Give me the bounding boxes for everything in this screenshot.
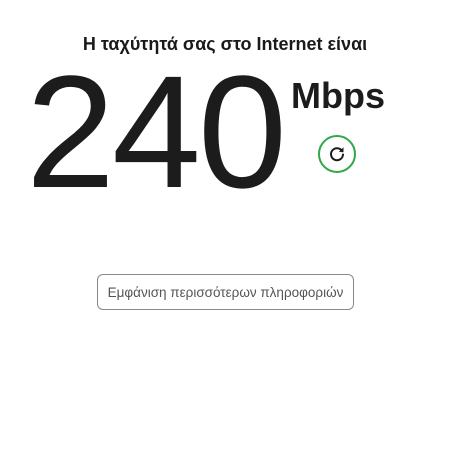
show-more-info-button[interactable]: Εμφάνιση περισσότερων πληροφοριών [97, 274, 354, 310]
speed-unit: Mbps [291, 75, 385, 116]
speed-value: 240 [26, 42, 287, 221]
speed-test-result-page: Η ταχύτητά σας στο Internet είναι 240 Mb… [0, 0, 450, 450]
refresh-icon [327, 144, 347, 164]
refresh-button[interactable] [318, 135, 356, 173]
